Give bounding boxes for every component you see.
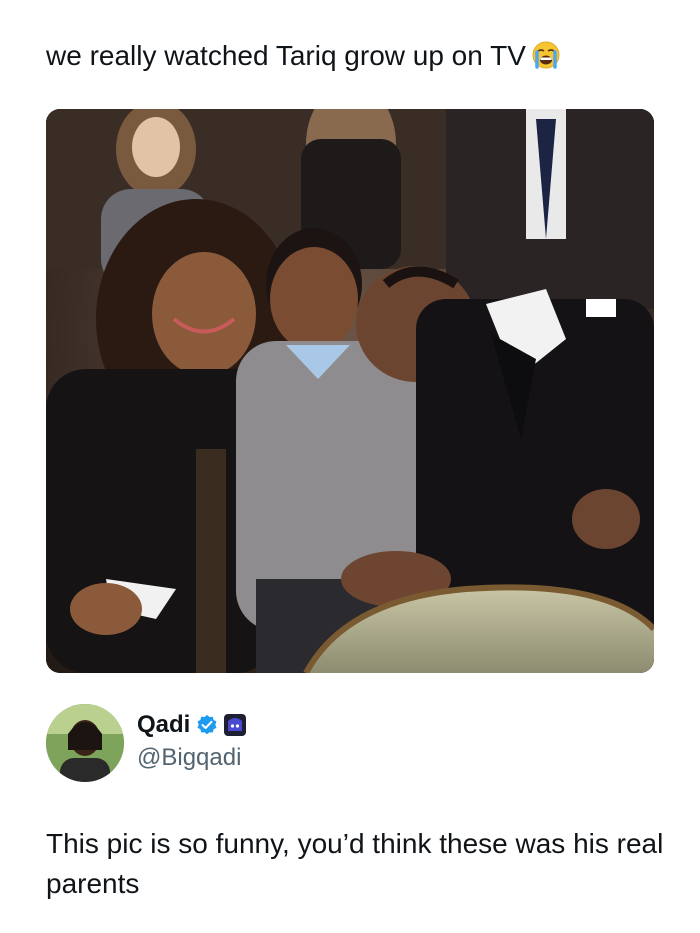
author-handle[interactable]: @Bigqadi — [137, 744, 241, 772]
author-name-line: Qadi — [137, 708, 247, 742]
theater-family-photo — [46, 109, 654, 673]
verified-badge-icon — [196, 714, 218, 736]
tweet-body-text: This pic is so funny, you’d think these … — [46, 828, 664, 899]
author-display-name[interactable]: Qadi — [137, 711, 190, 739]
headline-text: we really watched Tariq grow up on TV — [46, 40, 526, 71]
crying-face-icon — [532, 40, 560, 69]
post-headline: we really watched Tariq grow up on TV — [46, 36, 666, 76]
post-photo[interactable] — [46, 109, 654, 673]
affiliate-badge-icon — [224, 714, 247, 736]
avatar-image — [46, 704, 124, 782]
tweet-author[interactable]: Qadi @Bigqadi — [46, 704, 646, 782]
avatar[interactable] — [46, 704, 124, 782]
